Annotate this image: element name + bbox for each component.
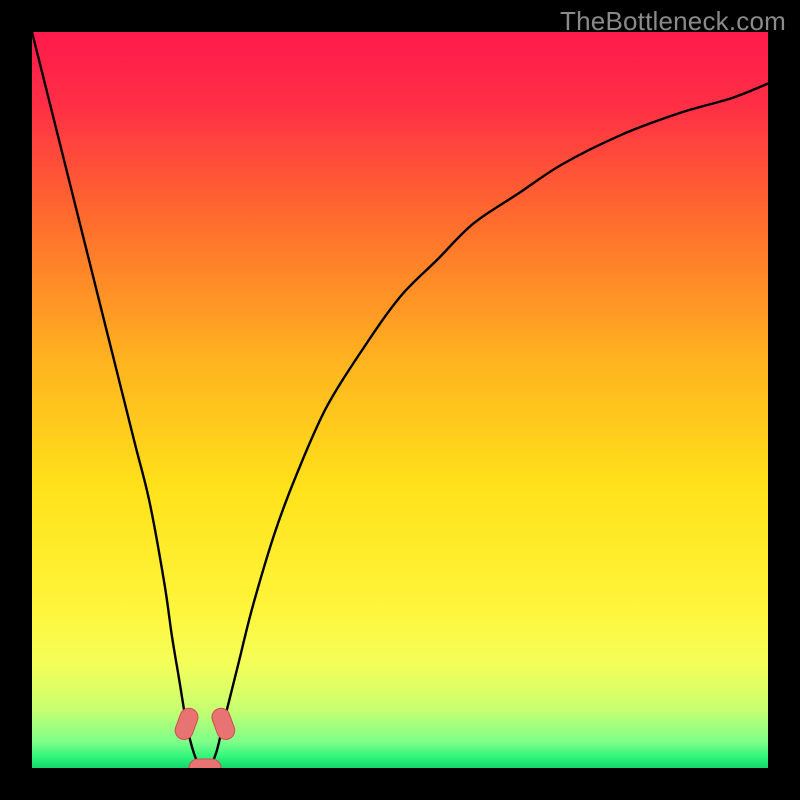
highlight-markers [173, 706, 238, 768]
bottleneck-curve [32, 32, 768, 768]
plot-area [32, 32, 768, 768]
highlight-marker [173, 706, 201, 742]
chart-frame: TheBottleneck.com [0, 0, 800, 800]
highlight-marker [189, 759, 221, 768]
curve-path [32, 32, 768, 768]
watermark-text: TheBottleneck.com [560, 6, 786, 37]
highlight-marker [209, 706, 237, 742]
